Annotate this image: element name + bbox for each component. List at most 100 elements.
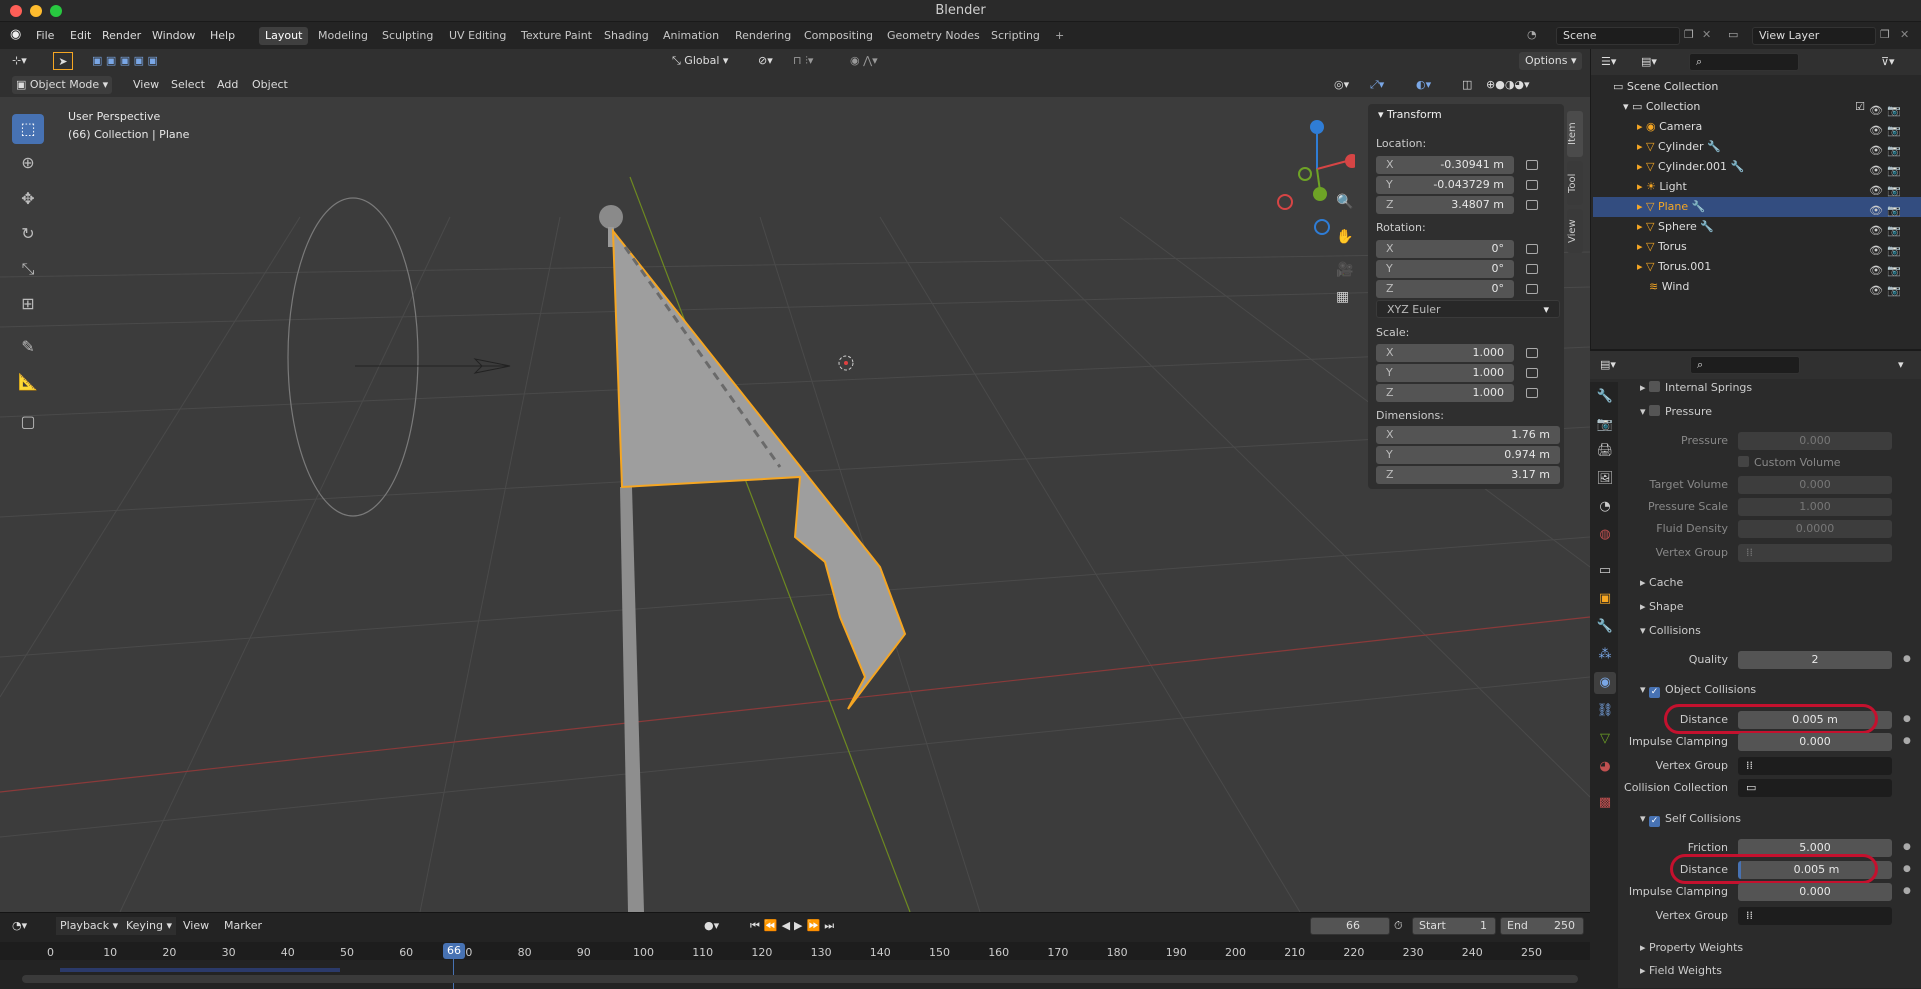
rotation-x-field[interactable]: X 0°	[1376, 240, 1514, 258]
tool-tab-icon[interactable]: 🔧	[1594, 386, 1616, 408]
camera-view-icon[interactable]: 🎥	[1336, 262, 1353, 278]
move-tool-icon[interactable]: ✥	[12, 184, 44, 214]
self-impulse-clamping-field[interactable]: 0.000	[1738, 883, 1892, 901]
object-collisions-header[interactable]: ▾ ✓ Object Collisions	[1640, 683, 1756, 698]
overlays-icon[interactable]: ◐▾	[1416, 76, 1431, 94]
viewport-menu-select[interactable]: Select	[171, 76, 205, 94]
quality-field[interactable]: 2	[1738, 651, 1892, 669]
gizmo-icon[interactable]: ⤢▾	[1370, 76, 1384, 94]
viewport-menu-object[interactable]: Object	[252, 76, 288, 94]
options-button[interactable]: Options ▾	[1519, 52, 1583, 70]
menu-window[interactable]: Window	[152, 29, 195, 42]
xray-icon[interactable]: ◫	[1462, 76, 1472, 94]
rotation-mode-dropdown[interactable]: XYZ Euler ▾	[1376, 300, 1560, 318]
pressure-field[interactable]: 0.000	[1738, 432, 1892, 450]
cache-header[interactable]: ▸ Cache	[1640, 576, 1683, 589]
outliner-row-scene-collection[interactable]: ▭ Scene Collection	[1593, 77, 1921, 97]
outliner-row-cylinder-001[interactable]: ▸ ▽ Cylinder.001 🔧 👁 📷	[1593, 157, 1921, 177]
add-workspace-icon[interactable]: +	[1049, 27, 1070, 45]
lock-icon[interactable]	[1526, 264, 1538, 274]
keyframe-dot-icon[interactable]: ●	[1903, 714, 1911, 724]
rotation-z-field[interactable]: Z 0°	[1376, 280, 1514, 298]
vertex-group-field[interactable]: ⁞⁞	[1738, 544, 1892, 562]
keyframe-dot-icon[interactable]: ●	[1903, 842, 1911, 852]
zoom-icon[interactable]: 🔍	[1336, 194, 1353, 210]
tab-tool[interactable]: Tool	[1567, 161, 1583, 205]
delete-scene-icon[interactable]: ✕	[1702, 28, 1711, 41]
playback-controls-icons[interactable]: ⏮⏪◀▶⏩⏭	[750, 917, 838, 935]
record-icon[interactable]: ●▾	[704, 917, 719, 935]
blender-logo-icon[interactable]: ◉	[10, 27, 21, 42]
lock-icon[interactable]	[1526, 200, 1538, 210]
internal-springs-header[interactable]: ▸ Internal Springs	[1640, 381, 1752, 394]
tab-layout[interactable]: Layout	[259, 27, 309, 45]
lock-icon[interactable]	[1526, 348, 1538, 358]
filter-icon[interactable]: ⊽▾	[1881, 53, 1895, 71]
scene-icon[interactable]: ◔	[1527, 28, 1537, 41]
menu-render[interactable]: Render	[102, 29, 141, 42]
viewport-menu-view[interactable]: View	[133, 76, 159, 94]
lock-icon[interactable]	[1526, 388, 1538, 398]
render-tab-icon[interactable]: 📷	[1594, 414, 1616, 436]
timeline-menu-view[interactable]: View	[183, 917, 209, 935]
custom-volume-checkbox[interactable]: Custom Volume	[1738, 456, 1841, 469]
physics-tab-icon[interactable]: ◉	[1594, 672, 1616, 694]
lock-icon[interactable]	[1526, 368, 1538, 378]
menu-help[interactable]: Help	[210, 29, 235, 42]
self-vertex-group-field[interactable]: ⁞⁞	[1738, 907, 1892, 925]
new-view-layer-icon[interactable]: ❐	[1880, 28, 1890, 41]
dimensions-z-field[interactable]: Z 3.17 m	[1376, 466, 1560, 484]
outliner-row-sphere[interactable]: ▸ ▽ Sphere 🔧 👁 📷	[1593, 217, 1921, 237]
keyframe-dot-icon[interactable]: ●	[1903, 736, 1911, 746]
checkbox-icon[interactable]	[1649, 381, 1661, 392]
snap-icon[interactable]: ⊓ ⫶▾	[793, 52, 813, 70]
timeline-menu-marker[interactable]: Marker	[224, 917, 262, 935]
location-z-field[interactable]: Z 3.4807 m	[1376, 196, 1514, 214]
transform-orientation-dropdown[interactable]: ⤡ Global ▾	[672, 52, 728, 70]
measure-tool-icon[interactable]: 📐	[12, 367, 44, 397]
scale-z-field[interactable]: Z 1.000	[1376, 384, 1514, 402]
outliner-row-cylinder[interactable]: ▸ ▽ Cylinder 🔧 👁 📷	[1593, 137, 1921, 157]
menu-file[interactable]: File	[36, 29, 54, 42]
timeline-editor-icon[interactable]: ◔▾	[12, 917, 27, 935]
tab-sculpting[interactable]: Sculpting	[376, 27, 439, 45]
outliner-row-light[interactable]: ▸ ☀ Light 👁 📷	[1593, 177, 1921, 197]
chevron-down-icon[interactable]: ▾	[1898, 356, 1904, 374]
lock-icon[interactable]	[1526, 244, 1538, 254]
property-weights-header[interactable]: ▸ Property Weights	[1640, 941, 1743, 954]
selection-mode-icons[interactable]: ▣ ▣ ▣ ▣ ▣	[92, 52, 158, 70]
tab-shading[interactable]: Shading	[598, 27, 655, 45]
outliner-row-torus-001[interactable]: ▸ ▽ Torus.001 👁 📷	[1593, 257, 1921, 277]
select-box-tool-icon[interactable]: ⬚	[12, 114, 44, 144]
rotate-tool-icon[interactable]: ↻	[12, 219, 44, 249]
transform-header[interactable]: ▾ Transform	[1378, 108, 1442, 121]
outliner-row-wind[interactable]: ≋ Wind 👁 📷	[1593, 277, 1921, 297]
checkbox-icon[interactable]: ✓	[1649, 687, 1661, 698]
scale-y-field[interactable]: Y 1.000	[1376, 364, 1514, 382]
end-frame-field[interactable]: End 250	[1500, 917, 1584, 935]
outliner-row-camera[interactable]: ▸ ◉ Camera 👁 📷	[1593, 117, 1921, 137]
outliner-row-torus[interactable]: ▸ ▽ Torus 👁 📷	[1593, 237, 1921, 257]
timeline-scrollbar[interactable]	[22, 975, 1578, 983]
vertex-group-field[interactable]: ⁞⁞	[1738, 757, 1892, 775]
lock-icon[interactable]	[1526, 180, 1538, 190]
impulse-clamping-field[interactable]: 0.000	[1738, 733, 1892, 751]
collection-tab-icon[interactable]: ▭	[1594, 560, 1616, 582]
pivot-icon[interactable]: ⊘▾	[758, 52, 773, 70]
camera-icon[interactable]: 📷	[1887, 281, 1901, 301]
transform-tool-icon[interactable]: ⊞	[12, 289, 44, 319]
pressure-scale-field[interactable]: 1.000	[1738, 498, 1892, 516]
tab-compositing[interactable]: Compositing	[798, 27, 879, 45]
pan-hand-icon[interactable]: ✋	[1336, 229, 1353, 245]
fluid-density-field[interactable]: 0.0000	[1738, 520, 1892, 538]
tab-uv-editing[interactable]: UV Editing	[443, 27, 512, 45]
view-layer-selector[interactable]: View Layer	[1752, 27, 1876, 45]
object-tab-icon[interactable]: ▣	[1594, 588, 1616, 610]
proportional-edit-icon[interactable]: ◉ ⋀▾	[850, 52, 878, 70]
tab-rendering[interactable]: Rendering	[729, 27, 797, 45]
self-collisions-header[interactable]: ▾ ✓ Self Collisions	[1640, 812, 1741, 827]
playhead-frame-label[interactable]: 66	[443, 943, 465, 959]
shading-modes-icons[interactable]: ⊕●◑◕▾	[1486, 76, 1530, 94]
checkbox-icon[interactable]	[1738, 456, 1749, 467]
properties-search-input[interactable]: ⌕	[1690, 356, 1800, 374]
